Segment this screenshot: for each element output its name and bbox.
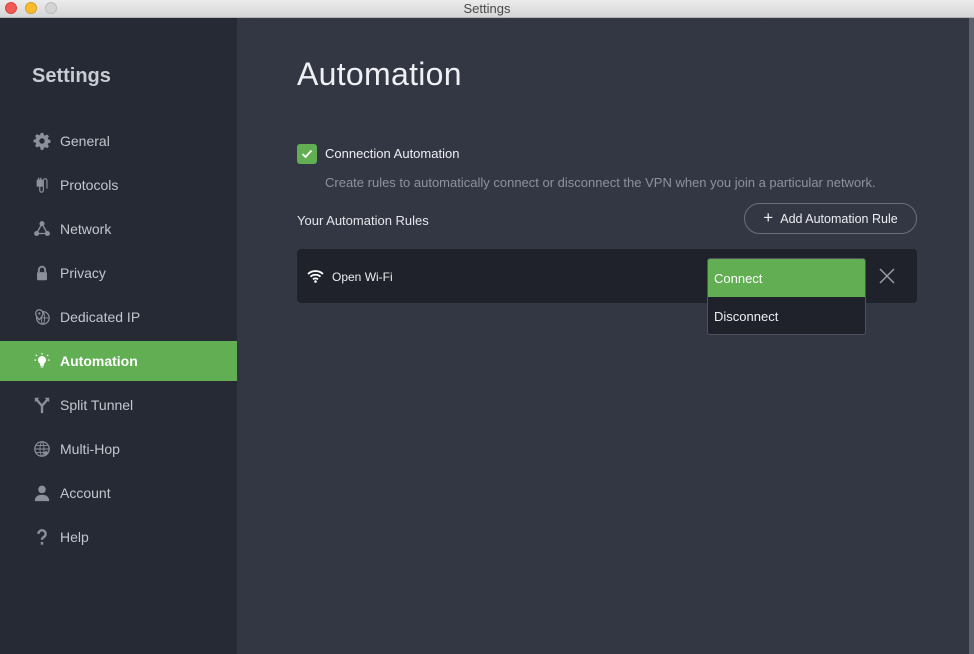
sidebar-item-label: Privacy bbox=[60, 265, 106, 281]
sidebar-item-label: Protocols bbox=[60, 177, 119, 193]
dropdown-option-connect[interactable]: Connect bbox=[708, 259, 865, 297]
sidebar-title: Settings bbox=[32, 65, 111, 87]
remove-rule-close-icon[interactable] bbox=[878, 267, 896, 285]
question-icon bbox=[32, 527, 52, 547]
add-automation-rule-label: Add Automation Rule bbox=[780, 211, 898, 226]
window-title: Settings bbox=[463, 1, 511, 16]
plug-icon bbox=[32, 175, 52, 195]
split-tunnel-icon bbox=[32, 395, 52, 415]
sidebar-item-account[interactable]: Account bbox=[0, 473, 237, 513]
sidebar: Settings General Protocols Network Priva… bbox=[0, 18, 237, 654]
sidebar-item-automation[interactable]: Automation bbox=[0, 341, 237, 381]
user-icon bbox=[32, 483, 52, 503]
sidebar-item-label: Network bbox=[60, 221, 112, 237]
sidebar-item-label: Dedicated IP bbox=[60, 309, 141, 325]
main-content: Automation Connection Automation Create … bbox=[237, 18, 974, 654]
sidebar-item-general[interactable]: General bbox=[0, 121, 237, 161]
connection-automation-label[interactable]: Connection Automation bbox=[325, 146, 459, 161]
gear-icon bbox=[32, 131, 52, 151]
scrollbar[interactable] bbox=[969, 18, 974, 654]
connection-automation-description: Create rules to automatically connect or… bbox=[325, 175, 876, 190]
sidebar-item-label: Multi-Hop bbox=[60, 441, 120, 457]
sidebar-item-network[interactable]: Network bbox=[0, 209, 237, 249]
lock-icon bbox=[32, 263, 52, 283]
sidebar-item-label: General bbox=[60, 133, 110, 149]
sidebar-nav: General Protocols Network Privacy Dedica bbox=[0, 121, 237, 561]
sidebar-item-multi-hop[interactable]: Multi-Hop bbox=[0, 429, 237, 469]
sidebar-item-label: Help bbox=[60, 529, 89, 545]
network-icon bbox=[32, 219, 52, 239]
sidebar-item-label: Automation bbox=[60, 353, 138, 369]
page-title: Automation bbox=[297, 56, 462, 92]
sidebar-item-help[interactable]: Help bbox=[0, 517, 237, 557]
dropdown-option-disconnect[interactable]: Disconnect bbox=[708, 297, 865, 334]
connection-automation-checkbox[interactable] bbox=[297, 144, 317, 164]
title-bar: Settings bbox=[0, 0, 974, 18]
sidebar-item-label: Split Tunnel bbox=[60, 397, 134, 413]
sidebar-item-split-tunnel[interactable]: Split Tunnel bbox=[0, 385, 237, 425]
sidebar-item-label: Account bbox=[60, 485, 111, 501]
dedicated-ip-icon bbox=[32, 307, 52, 327]
rule-network-name: Open Wi-Fi bbox=[332, 270, 393, 284]
globe-icon bbox=[32, 439, 52, 459]
rule-action-dropdown[interactable]: Connect Disconnect bbox=[707, 258, 866, 335]
add-automation-rule-button[interactable]: + Add Automation Rule bbox=[744, 203, 917, 234]
checkmark-icon bbox=[301, 149, 313, 159]
lightbulb-icon bbox=[32, 351, 52, 371]
sidebar-item-privacy[interactable]: Privacy bbox=[0, 253, 237, 293]
plus-icon: + bbox=[763, 208, 774, 227]
sidebar-item-protocols[interactable]: Protocols bbox=[0, 165, 237, 205]
wifi-icon bbox=[307, 270, 324, 283]
sidebar-item-dedicated-ip[interactable]: Dedicated IP bbox=[0, 297, 237, 337]
rules-heading: Your Automation Rules bbox=[297, 213, 429, 228]
